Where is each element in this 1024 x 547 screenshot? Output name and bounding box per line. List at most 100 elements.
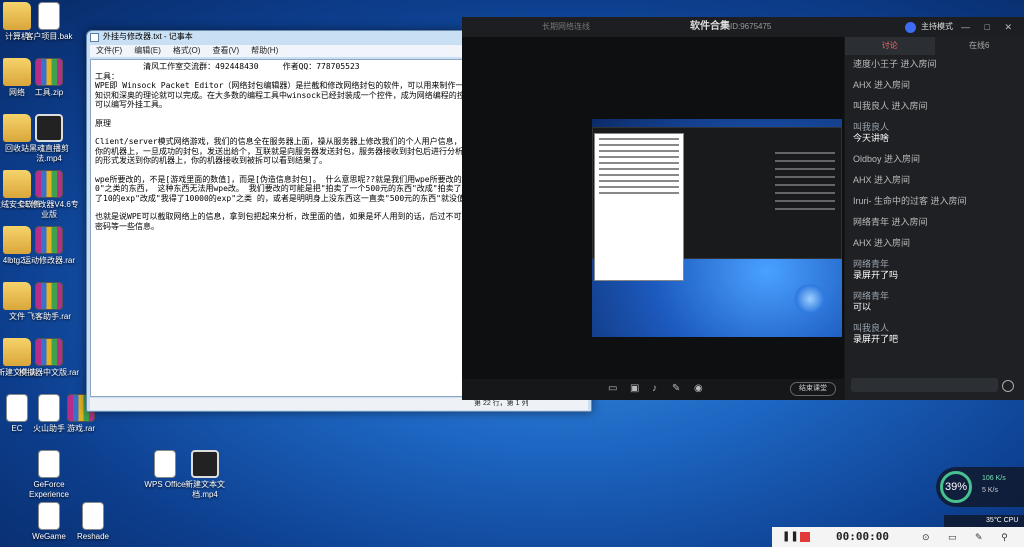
- pause-icon[interactable]: ❚❚: [782, 527, 799, 547]
- tab-online[interactable]: 在线6: [935, 37, 1024, 55]
- chat-message: 网络青年 录屏开了吗: [853, 259, 1016, 281]
- host-mode-icon: [905, 22, 916, 33]
- chat-message: Oldboy 进入房间: [853, 154, 1016, 165]
- desktop-icon-label: GeForce Experience: [28, 480, 70, 499]
- chat-sender: 叫我良人: [853, 122, 890, 132]
- chat-sender: 网络青年: [853, 259, 890, 269]
- room-id: ID:9675475: [730, 22, 772, 31]
- rar-icon: [35, 170, 63, 198]
- desktop-icon[interactable]: 模拟器中文版.rar: [18, 338, 80, 378]
- doc-icon: [154, 450, 176, 478]
- desktop-icon-label: CE修改器V4.6专业版: [19, 200, 79, 219]
- stop-icon[interactable]: [800, 532, 810, 542]
- room-title: 软件合集: [690, 21, 730, 32]
- desktop-icon-label: Reshade: [76, 532, 110, 541]
- chat-message: Iruri- 生命中的过客 进入房间: [853, 196, 1016, 207]
- menu-file[interactable]: 文件(F): [90, 45, 128, 57]
- system-message: AHX 进入房间: [853, 238, 911, 248]
- menu-edit[interactable]: 编辑(E): [128, 45, 167, 57]
- network-usage-ring: 39%: [940, 471, 972, 503]
- doc-icon: [38, 2, 60, 30]
- screen-share-icon[interactable]: ▭: [608, 383, 617, 394]
- chat-text: 录屏开了吗: [853, 270, 899, 280]
- record-icon[interactable]: ◉: [694, 383, 703, 394]
- system-message: AHX 进入房间: [853, 80, 911, 90]
- video-icon: [191, 450, 219, 478]
- live-room-window[interactable]: 长期网络连线 软件合集 ID:9675475 主持模式 — □ ✕ ▭ ▣ ♪ …: [462, 17, 1024, 400]
- screen-recorder-bar: ❚❚ 00:00:00 ⊙ ▭ ✎ ⚲ ✂: [772, 527, 1024, 547]
- desktop-icon[interactable]: 新建文本文档.mp4: [174, 450, 236, 500]
- desktop-icon-label: 新建文本文档.mp4: [185, 480, 225, 499]
- desktop-icon[interactable]: 黑魂直播剪法.mp4: [18, 114, 80, 164]
- cpu-temp-widget: 35℃ CPU: [944, 515, 1024, 527]
- desktop-icon-label: 模拟器中文版.rar: [19, 368, 79, 377]
- desktop-icon[interactable]: 客户项目.bak: [18, 2, 80, 42]
- system-message: AHX 进入房间: [853, 175, 911, 185]
- tab-discussion[interactable]: 讨论: [845, 37, 935, 55]
- desktop-icon-label: 游戏.rar: [67, 424, 95, 433]
- live-room-titlebar[interactable]: 长期网络连线 软件合集 ID:9675475 主持模式 — □ ✕: [462, 17, 1024, 37]
- system-message: 网络青年 进入房间: [853, 217, 928, 227]
- desktop-icon-label: 客户项目.bak: [25, 32, 73, 41]
- captured-notepad: [594, 133, 684, 281]
- chat-input[interactable]: [851, 378, 998, 392]
- chat-message: 叫我良人 今天讲啥: [853, 122, 1016, 144]
- captured-wallpaper-glow: [792, 284, 828, 314]
- rar-icon: [35, 58, 63, 86]
- chat-sender: 网络青年: [853, 291, 890, 301]
- camera-icon[interactable]: ▣: [630, 383, 639, 394]
- notepad-title: 外挂与修改器.txt - 记事本: [103, 32, 193, 41]
- screen-share-view: [462, 37, 844, 379]
- end-class-button[interactable]: 结束课堂: [790, 382, 836, 396]
- chat-panel: 讨论 在线6 速度小王子 进入房间 AHX 进入房间 叫我良人 进入房间 叫我良人 今天…: [845, 37, 1024, 400]
- desktop-icon-label: 飞客助手.rar: [27, 312, 71, 321]
- chat-message: AHX 进入房间: [853, 175, 1016, 186]
- chat-message: 速度小王子 进入房间: [853, 59, 1016, 70]
- menu-help[interactable]: 帮助(H): [245, 45, 284, 57]
- emoji-icon[interactable]: [1002, 380, 1014, 392]
- chat-message: 网络青年 可以: [853, 291, 1016, 313]
- connection-status: 长期网络连线: [542, 22, 590, 31]
- chat-text: 可以: [853, 302, 872, 312]
- desktop-icon[interactable]: Reshade: [62, 502, 124, 542]
- system-message: 速度小王子 进入房间: [853, 59, 937, 69]
- host-mode-label[interactable]: 主持模式: [921, 17, 953, 37]
- doc-icon: [38, 502, 60, 530]
- window-controls[interactable]: — □ ✕: [961, 17, 1018, 37]
- upload-speed: 106 K/s: [982, 475, 1006, 482]
- chat-sender: 叫我良人: [853, 323, 890, 333]
- doc-icon: [82, 502, 104, 530]
- system-message: 叫我良人 进入房间: [853, 101, 928, 111]
- rar-icon: [35, 338, 63, 366]
- rar-icon: [35, 226, 63, 254]
- chat-message: 网络青年 进入房间: [853, 217, 1016, 228]
- video-icon: [35, 114, 63, 142]
- desktop-icon[interactable]: 飞客助手.rar: [18, 282, 80, 322]
- chat-text: 今天讲啥: [853, 133, 890, 143]
- chat-message-list: 速度小王子 进入房间 AHX 进入房间 叫我良人 进入房间 叫我良人 今天讲啥 Oldbo…: [845, 55, 1024, 359]
- desktop-icon[interactable]: GeForce Experience: [18, 450, 80, 500]
- network-speed-widget[interactable]: 39% 106 K/s 5 K/s: [936, 467, 1024, 507]
- live-toolbar: ▭ ▣ ♪ ✎ ◉ 结束课堂: [462, 379, 844, 400]
- chat-message: AHX 进入房间: [853, 238, 1016, 249]
- notepad-icon: [90, 33, 99, 42]
- menu-view[interactable]: 查看(V): [206, 45, 245, 57]
- chat-message: 叫我良人 进入房间: [853, 101, 1016, 112]
- recorder-tools[interactable]: ⊙ ▭ ✎ ⚲ ✂: [922, 527, 1024, 547]
- desktop-icon-label: 运动修改器.rar: [23, 256, 75, 265]
- shared-screen-capture: [592, 119, 842, 337]
- desktop-icon[interactable]: 工具.zip: [18, 58, 80, 98]
- rar-icon: [35, 282, 63, 310]
- menu-format[interactable]: 格式(O): [167, 45, 207, 57]
- doc-icon: [38, 450, 60, 478]
- edit-icon[interactable]: ✎: [672, 383, 680, 394]
- chat-message: 叫我良人 录屏开了吧: [853, 323, 1016, 345]
- desktop-icon-label: 工具.zip: [34, 88, 64, 97]
- desktop-icon[interactable]: CE修改器V4.6专业版: [18, 170, 80, 220]
- desktop-icon-label: 黑魂直播剪法.mp4: [29, 144, 69, 163]
- chat-message: AHX 进入房间: [853, 80, 1016, 91]
- desktop-icon[interactable]: 运动修改器.rar: [18, 226, 80, 266]
- microphone-icon[interactable]: ♪: [652, 383, 657, 394]
- download-speed: 5 K/s: [982, 487, 998, 494]
- system-message: Oldboy 进入房间: [853, 154, 921, 164]
